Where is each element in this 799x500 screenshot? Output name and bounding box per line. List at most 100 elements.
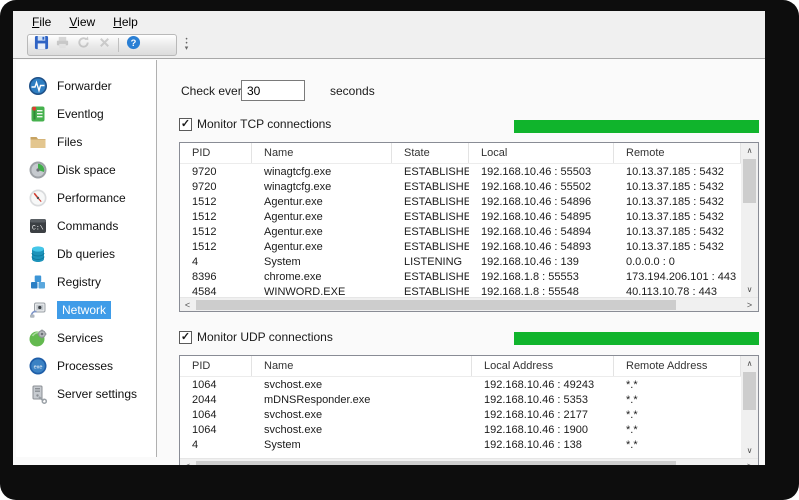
sidebar-item-eventlog[interactable]: Eventlog <box>16 100 156 128</box>
sidebar-item-label: Processes <box>57 359 114 373</box>
table-row[interactable]: 8396 chrome.exe ESTABLISHED 192.168.1.8 : 5… <box>180 269 741 284</box>
network-icon <box>28 300 48 320</box>
table-row[interactable]: 1064 svchost.exe 192.168.10.46 : 2177 *.* <box>180 407 741 422</box>
table-cell-name: WINWORD.EXE <box>264 285 346 298</box>
column-header-remote-address[interactable]: Remote Address <box>614 356 741 376</box>
column-header-pid[interactable]: PID <box>180 356 252 376</box>
column-header-pid[interactable]: PID <box>180 143 252 163</box>
udp-vertical-scrollbar[interactable]: ∧ ∨ <box>741 356 758 458</box>
sidebar-item-services[interactable]: Services <box>16 324 156 352</box>
scroll-right-icon[interactable]: > <box>742 298 757 311</box>
menu-item-file[interactable]: File <box>23 12 60 32</box>
table-cell-name: Agentur.exe <box>264 225 323 238</box>
sidebar-item-db-queries[interactable]: Db queries <box>16 240 156 268</box>
table-cell-pid: 2044 <box>192 393 217 406</box>
table-row[interactable]: 2044 mDNSResponder.exe 192.168.10.46 : 535… <box>180 392 741 407</box>
save-button[interactable] <box>31 35 51 55</box>
scroll-left-icon[interactable]: < <box>180 459 195 465</box>
sidebar-item-label: Forwarder <box>57 79 112 93</box>
table-cell-local: 192.168.10.46 : 54896 <box>481 195 592 208</box>
toolbar-overflow[interactable]: • • ▾ <box>181 34 192 56</box>
table-cell-name: Agentur.exe <box>264 195 323 208</box>
scrollbar-thumb[interactable] <box>196 300 676 310</box>
column-header-name[interactable]: Name <box>252 143 392 163</box>
table-row[interactable]: 9720 winagtcfg.exe ESTABLISHED 192.168.10.4… <box>180 179 741 194</box>
scrollbar-thumb[interactable] <box>743 372 756 410</box>
table-cell-pid: 1512 <box>192 225 217 238</box>
tcp-monitor-label: Monitor TCP connections <box>197 117 332 131</box>
sidebar: Forwarder Eventlog Files Disk space Performa… <box>16 60 157 457</box>
table-row[interactable]: 4 System 192.168.10.46 : 138 *.* <box>180 437 741 452</box>
sidebar-item-label: Network <box>57 301 112 319</box>
scrollbar-thumb[interactable] <box>196 461 676 465</box>
sidebar-item-label: Eventlog <box>57 107 104 121</box>
sidebar-item-server-settings[interactable]: Server settings <box>16 380 156 408</box>
table-cell-state: ESTABLISHED <box>404 165 469 178</box>
column-header-local[interactable]: Local <box>469 143 614 163</box>
tcp-vertical-scrollbar[interactable]: ∧ ∨ <box>741 143 758 297</box>
table-row[interactable]: 9720 winagtcfg.exe ESTABLISHED 192.168.10.4… <box>180 164 741 179</box>
db-queries-icon <box>28 244 48 264</box>
seconds-label: seconds <box>330 84 375 98</box>
menu-item-view[interactable]: View <box>60 12 104 32</box>
table-cell-local-address: 192.168.10.46 : 138 <box>484 438 582 451</box>
table-row[interactable]: 1512 Agentur.exe ESTABLISHED 192.168.10.46 … <box>180 194 741 209</box>
sidebar-item-registry[interactable]: Registry <box>16 268 156 296</box>
menu-bar: File View Help <box>13 11 765 33</box>
sidebar-item-disk-space[interactable]: Disk space <box>16 156 156 184</box>
scrollbar-thumb[interactable] <box>743 159 756 203</box>
tcp-horizontal-scrollbar[interactable]: < > <box>180 297 758 311</box>
main-area: Forwarder Eventlog Files Disk space Performa… <box>13 58 765 465</box>
sidebar-item-processes[interactable]: exe Processes <box>16 352 156 380</box>
table-cell-local-address: 192.168.10.46 : 1900 <box>484 423 588 436</box>
sidebar-item-performance[interactable]: Performance <box>16 184 156 212</box>
delete-button <box>94 36 114 54</box>
table-row[interactable]: 4584 WINWORD.EXE ESTABLISHED 192.168.1.8 : … <box>180 284 741 297</box>
table-row[interactable]: 1512 Agentur.exe ESTABLISHED 192.168.10.46 … <box>180 239 741 254</box>
table-cell-state: ESTABLISHED <box>404 240 469 253</box>
column-header-name[interactable]: Name <box>252 356 472 376</box>
table-cell-state: ESTABLISHED <box>404 195 469 208</box>
interval-input[interactable] <box>241 80 305 101</box>
table-row[interactable]: 1512 Agentur.exe ESTABLISHED 192.168.10.46 … <box>180 209 741 224</box>
table-cell-name: svchost.exe <box>264 408 323 421</box>
column-header-state[interactable]: State <box>392 143 469 163</box>
sidebar-item-network[interactable]: Network <box>16 296 156 324</box>
column-header-local-address[interactable]: Local Address <box>472 356 614 376</box>
processes-icon: exe <box>28 356 48 376</box>
sidebar-item-forwarder[interactable]: Forwarder <box>16 72 156 100</box>
eventlog-icon <box>28 104 48 124</box>
files-icon <box>28 132 48 152</box>
table-cell-state: ESTABLISHED <box>404 285 469 298</box>
scroll-left-icon[interactable]: < <box>180 298 195 311</box>
tcp-monitor-checkbox[interactable]: ✓ <box>179 117 192 131</box>
check-icon: ✓ <box>180 117 191 130</box>
column-header-remote[interactable]: Remote <box>614 143 741 163</box>
table-row[interactable]: 4 System LISTENING 192.168.10.46 : 139 0.0.0… <box>180 254 741 269</box>
table-row[interactable]: 1512 Agentur.exe ESTABLISHED 192.168.10.46 … <box>180 224 741 239</box>
svg-text:?: ? <box>130 38 136 48</box>
sidebar-item-files[interactable]: Files <box>16 128 156 156</box>
help-button[interactable]: ? <box>123 35 143 54</box>
registry-icon <box>28 272 48 292</box>
udp-monitor-checkbox[interactable]: ✓ <box>179 330 192 344</box>
check-every-label: Check every <box>181 84 248 98</box>
table-row[interactable]: 1064 svchost.exe 192.168.10.46 : 49243 *.* <box>180 377 741 392</box>
table-cell-remote: 10.13.37.185 : 5432 <box>626 180 724 193</box>
table-cell-remote-address: *.* <box>626 423 638 436</box>
udp-horizontal-scrollbar[interactable]: < > <box>180 458 758 465</box>
scroll-down-icon[interactable]: ∨ <box>741 282 758 297</box>
scroll-down-icon[interactable]: ∨ <box>741 443 758 458</box>
table-cell-local: 192.168.10.46 : 55503 <box>481 165 592 178</box>
table-row[interactable]: 1064 svchost.exe 192.168.10.46 : 1900 *.* <box>180 422 741 437</box>
scroll-right-icon[interactable]: > <box>742 459 757 465</box>
commands-icon: C:\ <box>28 216 48 236</box>
scroll-up-icon[interactable]: ∧ <box>741 356 758 371</box>
scroll-up-icon[interactable]: ∧ <box>741 143 758 158</box>
sidebar-item-label: Files <box>57 135 83 149</box>
sidebar-item-commands[interactable]: C:\ Commands <box>16 212 156 240</box>
table-cell-pid: 1512 <box>192 240 217 253</box>
table-cell-local-address: 192.168.10.46 : 5353 <box>484 393 588 406</box>
save-icon <box>34 35 49 55</box>
menu-item-help[interactable]: Help <box>104 12 147 32</box>
